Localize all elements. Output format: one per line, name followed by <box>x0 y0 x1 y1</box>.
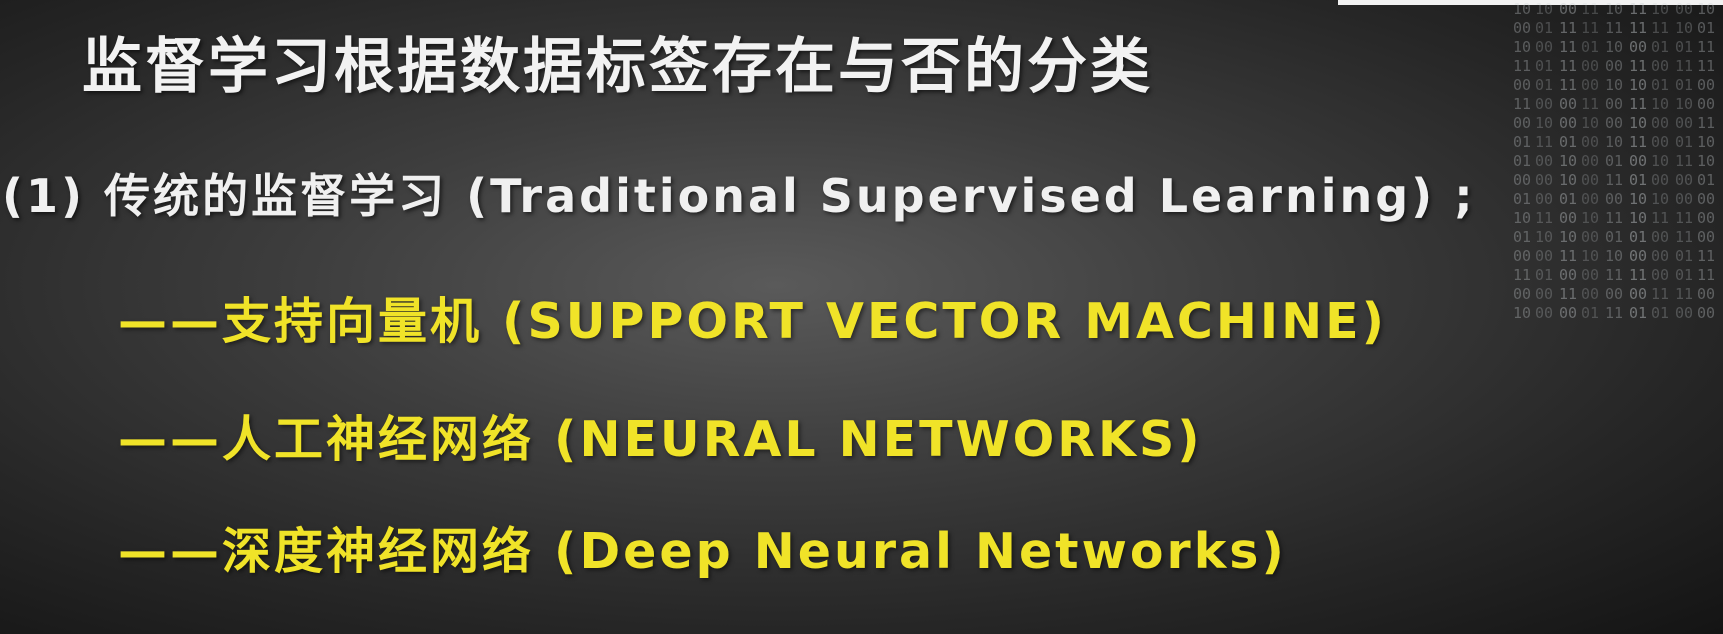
list-item-neural-networks: ——人工神经网络 (NEURAL NETWORKS) <box>118 411 1203 468</box>
digit-column: 1000101100110001010001100100110010 <box>1512 0 1532 322</box>
list-item-svm: ——支持向量机 (SUPPORT VECTOR MACHINE) <box>118 293 1388 350</box>
digit-column: 0010011101100001110000111101011100 <box>1674 0 1694 322</box>
list-item-deep-neural-networks: ——深度神经网络 (Deep Neural Networks) <box>118 523 1287 580</box>
digit-column: 1111010000111000000000100010000001 <box>1580 0 1600 322</box>
binary-digit-rain-background: 1000101100110001010001100100110010 100100… <box>1500 0 1723 634</box>
slide: 1000101100110001010001100100110010 100100… <box>0 0 1723 634</box>
section-heading: (1) 传统的监督学习 (Traditional Supervised Lear… <box>2 169 1476 223</box>
digit-column: 1011100010000010011100110110110011 <box>1604 0 1624 322</box>
digit-column: 1011010001100000100010110000001101 <box>1650 0 1670 322</box>
digit-column: 1111001110111011000110100100110001 <box>1628 0 1648 322</box>
digit-column: 1001111100001110100100000011110000 <box>1696 0 1716 322</box>
digit-column: 1001000101001011000000111000010000 <box>1534 0 1554 322</box>
digit-column: 0011111111000001101001001011001100 <box>1558 0 1578 322</box>
slide-title: 监督学习根据数据标签存在与否的分类 <box>82 32 1153 102</box>
